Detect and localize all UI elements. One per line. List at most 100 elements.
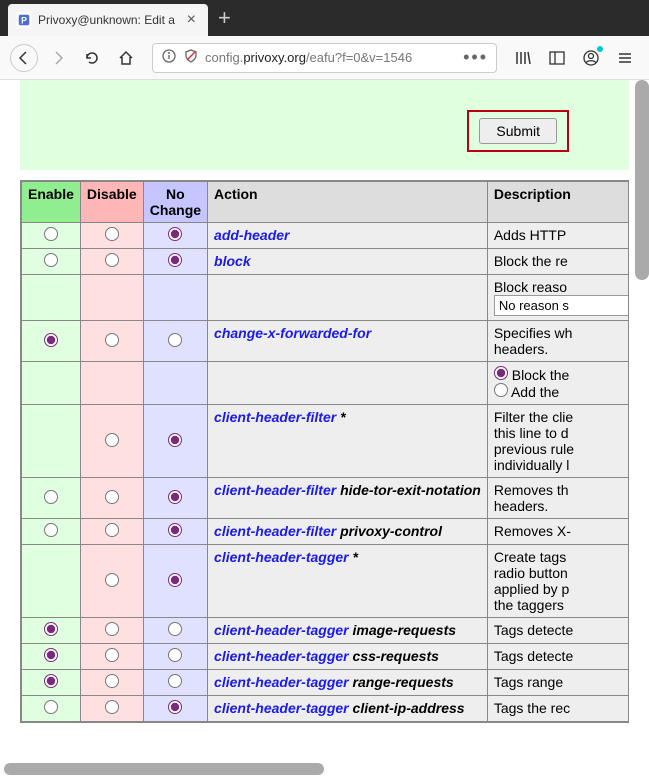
header-enable: Enable [22, 182, 81, 223]
nochange-radio[interactable] [168, 253, 182, 267]
disable-radio[interactable] [105, 573, 119, 587]
description-cell: Tags detecte [487, 644, 629, 670]
nochange-radio[interactable] [168, 622, 182, 636]
disable-radio[interactable] [105, 523, 119, 537]
enable-radio[interactable] [44, 333, 58, 347]
action-suffix: image-requests [349, 622, 456, 638]
menu-icon[interactable] [611, 44, 639, 72]
description-cell: Create tags radio buttonapplied by pthe … [487, 545, 629, 618]
action-suffix: css-requests [349, 648, 439, 664]
reload-button[interactable] [78, 44, 106, 72]
nochange-radio[interactable] [168, 573, 182, 587]
action-link[interactable]: client-header-tagger [214, 648, 349, 664]
browser-tab[interactable]: P Privoxy@unknown: Edit a × [8, 4, 208, 36]
url-bar[interactable]: config.privoxy.org/eafu?f=0&v=1546 ••• [152, 43, 497, 73]
table-row: client-header-filter hide-tor-exit-notat… [22, 478, 630, 519]
back-button[interactable] [10, 44, 38, 72]
disable-radio[interactable] [105, 227, 119, 241]
nochange-radio[interactable] [168, 227, 182, 241]
disable-radio[interactable] [105, 253, 119, 267]
description-cell: Filter the cliethis line to dprevious ru… [487, 405, 629, 478]
description-cell: Specifies whheaders. [487, 321, 629, 362]
enable-radio[interactable] [44, 700, 58, 714]
home-button[interactable] [112, 44, 140, 72]
option-radio[interactable] [494, 383, 508, 397]
tab-favicon: P [16, 12, 32, 28]
table-row: client-header-tagger client-ip-address Ta… [22, 696, 630, 722]
horizontal-scrollbar[interactable] [4, 763, 324, 775]
nochange-radio[interactable] [168, 333, 182, 347]
nochange-radio[interactable] [168, 700, 182, 714]
description-cell: Removes X- [487, 519, 629, 545]
action-link[interactable]: change-x-forwarded-for [214, 325, 371, 341]
nochange-radio[interactable] [168, 523, 182, 537]
action-suffix: client-ip-address [349, 700, 465, 716]
submit-panel: Submit [20, 80, 629, 170]
action-link[interactable]: block [214, 253, 251, 269]
window-titlebar: P Privoxy@unknown: Edit a × + [0, 0, 649, 36]
description-cell: Tags the rec [487, 696, 629, 722]
enable-radio[interactable] [44, 622, 58, 636]
url-text: config.privoxy.org/eafu?f=0&v=1546 [205, 50, 463, 65]
sidebar-icon[interactable] [543, 44, 571, 72]
vertical-scrollbar[interactable] [635, 80, 649, 280]
action-link[interactable]: client-header-tagger [214, 549, 349, 565]
enable-radio[interactable] [44, 648, 58, 662]
action-link[interactable]: client-header-tagger [214, 622, 349, 638]
library-icon[interactable] [509, 44, 537, 72]
enable-radio[interactable] [44, 227, 58, 241]
disable-radio[interactable] [105, 700, 119, 714]
action-link[interactable]: client-header-tagger [214, 674, 349, 690]
enable-radio[interactable] [44, 490, 58, 504]
description-cell: Block the Add the [487, 362, 629, 405]
table-row: Block the Add the [22, 362, 630, 405]
action-link[interactable]: client-header-filter [214, 482, 336, 498]
info-icon[interactable] [161, 48, 177, 67]
description-cell: Tags detecte [487, 618, 629, 644]
submit-button[interactable]: Submit [479, 118, 557, 144]
browser-toolbar: config.privoxy.org/eafu?f=0&v=1546 ••• [0, 36, 649, 80]
nochange-radio[interactable] [168, 490, 182, 504]
header-action: Action [208, 182, 488, 223]
header-disable: Disable [80, 182, 143, 223]
disable-radio[interactable] [105, 622, 119, 636]
account-icon[interactable] [577, 44, 605, 72]
table-row: add-header Adds HTTP [22, 223, 630, 249]
description-cell: Tags range [487, 670, 629, 696]
tab-close-icon[interactable]: × [183, 11, 200, 29]
page-actions-icon[interactable]: ••• [463, 47, 488, 68]
enable-radio[interactable] [44, 674, 58, 688]
action-link[interactable]: client-header-tagger [214, 700, 349, 716]
action-link[interactable]: client-header-filter [214, 523, 336, 539]
actions-table-wrapper: Enable Disable No Change Action Descript… [20, 180, 629, 723]
action-suffix: range-requests [349, 674, 454, 690]
table-row: client-header-tagger *Create tags radio … [22, 545, 630, 618]
disable-radio[interactable] [105, 433, 119, 447]
nochange-radio[interactable] [168, 648, 182, 662]
disable-radio[interactable] [105, 333, 119, 347]
nochange-radio[interactable] [168, 433, 182, 447]
action-link[interactable]: add-header [214, 227, 289, 243]
table-row: Block reaso [22, 275, 630, 321]
header-description: Description [487, 182, 629, 223]
tab-title: Privoxy@unknown: Edit a [38, 13, 183, 27]
enable-radio[interactable] [44, 253, 58, 267]
table-row: client-header-filter privoxy-controlRemo… [22, 519, 630, 545]
new-tab-button[interactable]: + [218, 5, 231, 31]
action-link[interactable]: client-header-filter [214, 409, 336, 425]
enable-radio[interactable] [44, 523, 58, 537]
table-row: change-x-forwarded-for Specifies whheader… [22, 321, 630, 362]
description-cell: Block the re [487, 249, 629, 275]
nochange-radio[interactable] [168, 674, 182, 688]
shield-icon[interactable] [183, 48, 199, 67]
disable-radio[interactable] [105, 490, 119, 504]
reason-input[interactable] [494, 295, 629, 316]
table-row: client-header-filter *Filter the cliethi… [22, 405, 630, 478]
disable-radio[interactable] [105, 648, 119, 662]
table-row: client-header-tagger css-requests Tags de… [22, 644, 630, 670]
actions-table: Enable Disable No Change Action Descript… [21, 181, 629, 722]
submit-highlight: Submit [467, 110, 569, 152]
disable-radio[interactable] [105, 674, 119, 688]
option-radio[interactable] [494, 366, 508, 380]
description-cell: Adds HTTP [487, 223, 629, 249]
